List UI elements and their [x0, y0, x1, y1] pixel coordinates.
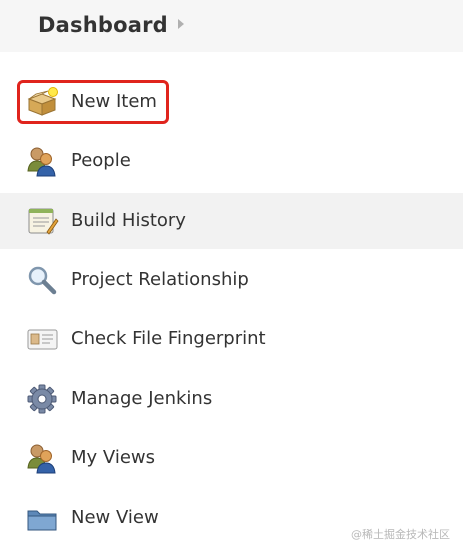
new-item-box-icon — [27, 87, 58, 116]
task-label: Project Relationship — [71, 269, 249, 290]
breadcrumb-dashboard-link[interactable]: Dashboard — [38, 11, 168, 39]
task-label: Manage Jenkins — [71, 388, 213, 409]
watermark: @稀土掘金技术社区 — [351, 528, 450, 541]
people-icon — [27, 444, 56, 474]
task-new-item[interactable]: New Item — [0, 74, 463, 130]
task-people[interactable]: People — [0, 133, 463, 189]
task-build-history[interactable]: Build History — [0, 193, 463, 249]
breadcrumb: Dashboard — [0, 0, 463, 52]
task-check-file-fingerprint[interactable]: Check File Fingerprint — [0, 311, 463, 367]
task-label: Check File Fingerprint — [71, 328, 266, 349]
people-icon — [27, 147, 56, 177]
gear-icon — [27, 384, 57, 414]
task-label: Build History — [71, 210, 186, 231]
task-label: My Views — [71, 447, 155, 468]
fingerprint-card-icon — [27, 329, 58, 350]
task-manage-jenkins[interactable]: Manage Jenkins — [0, 371, 463, 427]
folder-icon — [27, 510, 57, 531]
build-history-notepad-icon — [28, 208, 59, 235]
task-label: New Item — [71, 91, 157, 112]
task-label: People — [71, 150, 131, 171]
task-label: New View — [71, 507, 159, 528]
breadcrumb-chevron-icon[interactable] — [178, 19, 184, 29]
task-project-relationship[interactable]: Project Relationship — [0, 252, 463, 308]
magnifier-icon — [28, 266, 57, 295]
task-my-views[interactable]: My Views — [0, 430, 463, 486]
